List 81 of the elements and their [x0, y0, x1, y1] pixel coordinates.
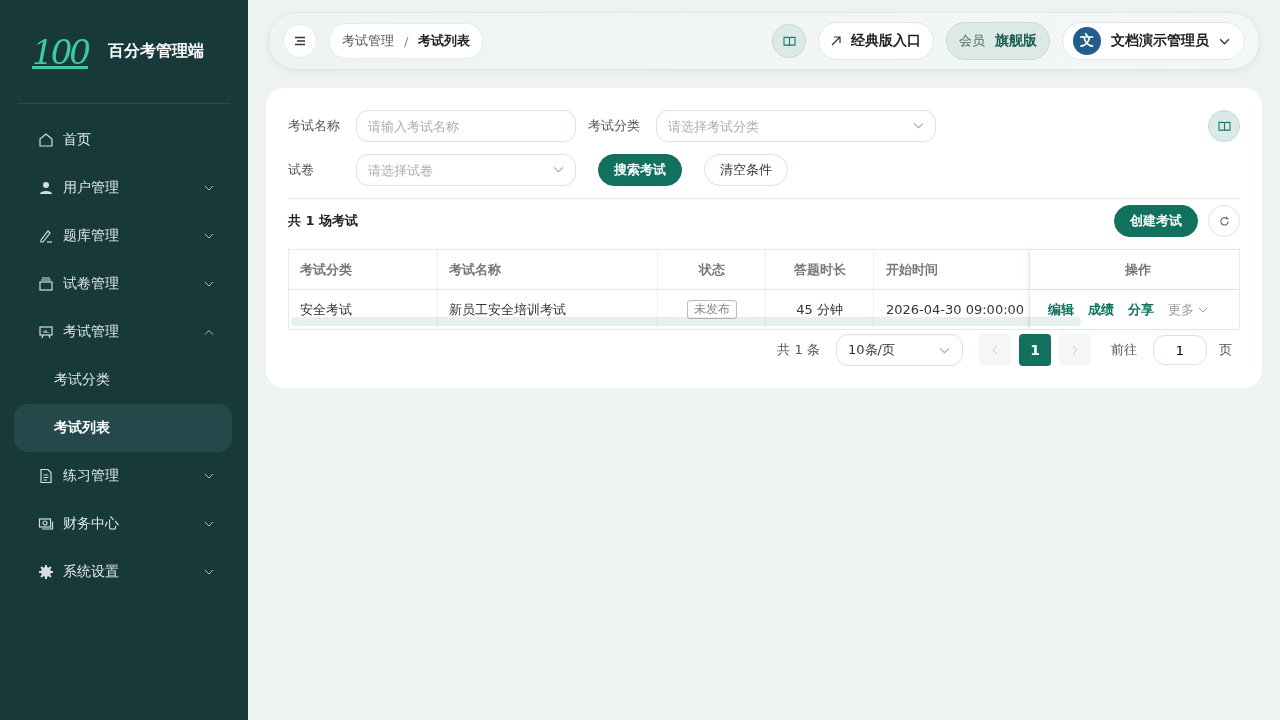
chevron-icon — [1219, 37, 1230, 45]
submenu-item[interactable]: 考试分类 — [14, 356, 232, 404]
search-button[interactable]: 搜索考试 — [598, 154, 682, 186]
menu-item[interactable]: 系统设置 — [0, 548, 248, 596]
page-size-select[interactable]: 10条/页 — [836, 334, 963, 366]
filter-label: 考试名称 — [288, 117, 341, 135]
settings-icon — [38, 564, 54, 580]
total-count: 共 1 条 — [777, 341, 820, 359]
chevron-icon — [204, 569, 214, 575]
status-tag: 未发布 — [686, 300, 737, 319]
breadcrumb-separator: / — [404, 33, 409, 49]
menu-item[interactable]: 考试管理 — [0, 308, 248, 356]
menu-item[interactable]: 用户管理 — [0, 164, 248, 212]
book-button[interactable] — [1208, 110, 1240, 142]
column-header: 考试名称 — [438, 250, 658, 289]
column-header: 答题时长 — [766, 250, 874, 289]
classic-version-button[interactable]: 经典版入口 — [818, 22, 934, 60]
refresh-icon — [1218, 215, 1230, 227]
column-header: 操作 — [1030, 250, 1239, 289]
table-cell: 2026-04-30 09:00:00 — [874, 290, 1030, 329]
page-suffix: 页 — [1219, 341, 1232, 359]
breadcrumb-item[interactable]: 考试列表 — [418, 32, 471, 50]
exam-count: 共 1 场考试 — [288, 212, 359, 230]
user-menu[interactable]: 文 文档演示管理员 — [1062, 22, 1245, 60]
chevron-icon — [204, 521, 214, 527]
book-button[interactable] — [772, 24, 806, 58]
brand-logo: 100 — [32, 31, 88, 72]
menu-item[interactable]: 试卷管理 — [0, 260, 248, 308]
refresh-button[interactable] — [1208, 205, 1240, 237]
clear-button[interactable]: 清空条件 — [704, 154, 788, 186]
table-cell: 新员工安全培训考试 — [438, 290, 658, 329]
action-link[interactable]: 成绩 — [1088, 300, 1114, 319]
column-header: 考试分类 — [289, 250, 438, 289]
tray-icon — [38, 276, 54, 292]
chevron-icon — [204, 329, 214, 335]
breadcrumb-item[interactable]: 考试管理 — [342, 32, 394, 50]
scrollbar[interactable] — [291, 317, 1081, 326]
membership-badge[interactable]: 会员 旗舰版 — [946, 22, 1050, 60]
goto-label: 前往 — [1111, 341, 1137, 359]
money-icon — [38, 516, 54, 532]
chevron-icon — [913, 122, 924, 129]
presentation-icon — [38, 324, 54, 340]
pencil-icon — [38, 228, 54, 244]
chevron-icon — [553, 166, 564, 173]
action-link[interactable]: 编辑 — [1048, 300, 1074, 319]
brand-name: 百分考管理端 — [107, 41, 204, 62]
chevron-icon — [204, 185, 214, 191]
chevron-icon — [204, 233, 214, 239]
column-header: 开始时间 — [874, 250, 1030, 289]
filter-label: 试卷 — [288, 161, 315, 179]
filter-field[interactable]: 请选择考试分类 — [656, 110, 936, 142]
chevron-right-icon — [1072, 345, 1078, 355]
user-icon — [38, 180, 54, 196]
menu-toggle-button[interactable] — [283, 24, 317, 58]
chevron-left-icon — [992, 345, 998, 355]
book-icon — [782, 35, 796, 47]
chevron-icon — [204, 473, 214, 479]
column-header: 状态 — [658, 250, 766, 289]
chevron-icon — [939, 346, 950, 354]
menu-icon — [294, 36, 306, 46]
filter-field[interactable]: 请选择试卷 — [356, 154, 576, 186]
filter-field[interactable]: 请输入考试名称 — [356, 110, 576, 142]
submenu-item[interactable]: 考试列表 — [14, 404, 232, 452]
chevron-icon — [204, 281, 214, 287]
book-icon — [1217, 120, 1231, 132]
arrow-icon — [831, 36, 841, 46]
table-cell: 45 分钟 — [766, 290, 874, 329]
menu-item[interactable]: 练习管理 — [0, 452, 248, 500]
action-link[interactable]: 分享 — [1128, 300, 1154, 319]
page-button[interactable]: 1 — [1019, 334, 1051, 366]
table-cell: 安全考试 — [289, 290, 438, 329]
home-icon — [38, 132, 54, 148]
chevron-icon — [1198, 306, 1208, 313]
menu-item[interactable]: 首页 — [0, 116, 248, 164]
document-icon — [38, 468, 54, 484]
menu-item[interactable]: 财务中心 — [0, 500, 248, 548]
filter-label: 考试分类 — [588, 117, 641, 135]
create-button[interactable]: 创建考试 — [1114, 205, 1198, 237]
menu-item[interactable]: 题库管理 — [0, 212, 248, 260]
page-input[interactable]: 1 — [1153, 335, 1207, 365]
user-avatar: 文 — [1073, 27, 1101, 55]
